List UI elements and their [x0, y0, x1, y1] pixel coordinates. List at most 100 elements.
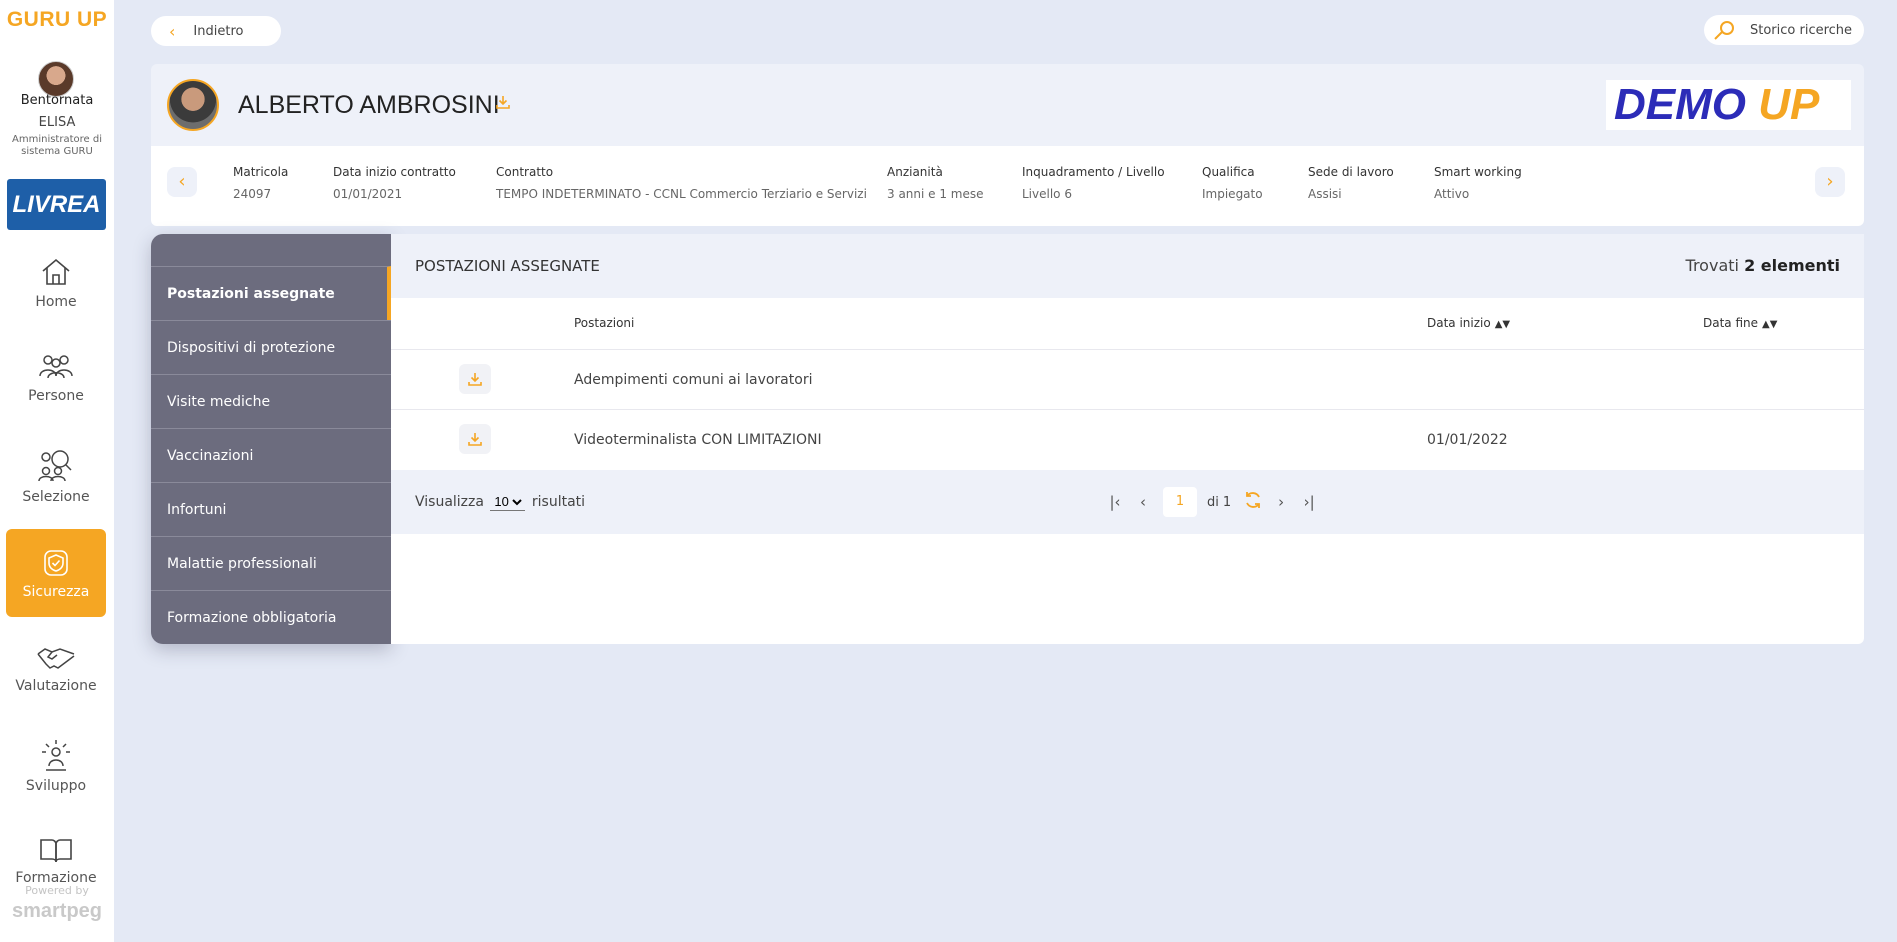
download-icon [496, 96, 510, 109]
welcome-text: Bentornata [20, 93, 94, 108]
results-count-value: 2 elementi [1744, 256, 1840, 275]
column-data-fine[interactable]: Data fine ▲▼ [1703, 316, 1777, 330]
results-label: risultati [531, 494, 586, 510]
page-size-control: Visualizza 10 risultati [415, 493, 585, 511]
nav-sviluppo[interactable]: Sviluppo [6, 738, 106, 826]
search-history-label: Storico ricerche [1750, 22, 1853, 38]
column-data-inizio-label: Data inizio [1427, 316, 1491, 330]
tab-visite-mediche[interactable]: Visite mediche [151, 374, 391, 428]
tab-dispositivi-protezione[interactable]: Dispositivi di protezione [151, 320, 391, 374]
nav-home-label: Home [35, 294, 77, 310]
last-page-icon[interactable]: ›| [1295, 493, 1323, 511]
shield-check-icon [44, 550, 68, 576]
column-data-fine-label: Data fine [1703, 316, 1759, 330]
safety-tabs: Postazioni assegnate Dispositivi di prot… [151, 234, 391, 644]
column-data-inizio[interactable]: Data inizio ▲▼ [1427, 316, 1510, 330]
current-page-input[interactable]: 1 [1163, 487, 1197, 517]
user-avatar[interactable] [38, 61, 74, 97]
info-inquadramento: Inquadramento / Livello Livello 6 [1022, 165, 1165, 201]
row-postazione: Videoterminalista CON LIMITAZIONI [574, 432, 822, 448]
page-of-label: di [1207, 494, 1219, 510]
nav-selezione-label: Selezione [22, 489, 90, 505]
info-value: Attivo [1434, 187, 1470, 201]
first-page-icon[interactable]: |‹ [1101, 493, 1129, 511]
results-count: Trovati 2 elementi [1686, 256, 1840, 275]
info-contratto: Contratto TEMPO INDETERMINATO - CCNL Com… [496, 165, 867, 201]
back-button[interactable]: ‹ Indietro [151, 16, 281, 46]
download-icon [468, 433, 482, 446]
total-pages: 1 [1222, 494, 1232, 510]
nav-valutazione-label: Valutazione [15, 678, 97, 694]
left-sidebar: GURU UP Bentornata ELISA Amministratore … [0, 0, 114, 942]
smartpeg-logo: smartpeg [11, 900, 103, 922]
sort-icon: ▲▼ [1494, 319, 1511, 330]
search-history-button[interactable]: Storico ricerche [1704, 15, 1864, 45]
tab-malattie-professionali[interactable]: Malattie professionali [151, 536, 391, 590]
next-page-icon[interactable]: › [1267, 493, 1295, 511]
info-qualifica: Qualifica Impiegato [1202, 165, 1263, 201]
info-sede: Sede di lavoro Assisi [1308, 165, 1394, 201]
nav-persone-label: Persone [28, 388, 84, 404]
tab-formazione-obbligatoria[interactable]: Formazione obbligatoria [151, 590, 391, 644]
row-download-button[interactable] [459, 424, 491, 454]
pagination-controls: |‹ ‹ 1 di 1 › ›| [1101, 486, 1323, 518]
employee-header: ALBERTO AMBROSINI DEMO UP [151, 64, 1864, 146]
table-row: Videoterminalista CON LIMITAZIONI 01/01/… [391, 409, 1864, 469]
panel-title: POSTAZIONI ASSEGNATE [415, 257, 600, 275]
refresh-icon[interactable] [1239, 490, 1267, 514]
nav-persone[interactable]: Persone [6, 350, 106, 438]
info-value: Assisi [1308, 187, 1342, 201]
chevron-left-icon: ‹ [169, 21, 176, 41]
info-data-inizio-contratto: Data inizio contratto 01/01/2021 [333, 165, 456, 201]
info-prev-button[interactable]: ‹ [167, 167, 197, 197]
info-key: Smart working [1434, 165, 1522, 179]
employee-avatar [167, 79, 219, 131]
info-anzianita: Anzianità 3 anni e 1 mese [887, 165, 984, 201]
pagination-bar: Visualizza 10 risultati |‹ ‹ 1 di 1 › ›| [391, 470, 1864, 534]
info-value: TEMPO INDETERMINATO - CCNL Commercio Ter… [496, 187, 867, 201]
info-key: Inquadramento / Livello [1022, 165, 1165, 179]
row-postazione: Adempimenti comuni ai lavoratori [574, 372, 813, 388]
info-key: Anzianità [887, 165, 943, 179]
info-key: Qualifica [1202, 165, 1255, 179]
nav-sicurezza[interactable]: Sicurezza [6, 529, 106, 617]
panel-header: POSTAZIONI ASSEGNATE Trovati 2 elementi [391, 234, 1864, 298]
user-role: Amministratore di sistema GURU [12, 134, 102, 157]
company-logo: LIVREA [7, 179, 106, 230]
info-value: 24097 [233, 187, 272, 201]
back-button-label: Indietro [193, 23, 244, 39]
info-key: Contratto [496, 165, 554, 179]
nav-home[interactable]: Home [6, 256, 106, 344]
table-row: Adempimenti comuni ai lavoratori [391, 349, 1864, 409]
nav-selezione[interactable]: Selezione [6, 447, 106, 535]
row-data-inizio: 01/01/2022 [1427, 432, 1508, 448]
info-value: 01/01/2021 [333, 187, 403, 201]
people-search-icon [38, 450, 72, 482]
info-next-button[interactable]: › [1815, 167, 1845, 197]
column-postazioni: Postazioni [574, 316, 635, 330]
page-size-select[interactable]: 10 [490, 493, 526, 511]
powered-by-label: Powered by [25, 884, 89, 897]
nav-valutazione[interactable]: Valutazione [6, 644, 106, 732]
tab-postazioni-assegnate[interactable]: Postazioni assegnate [151, 266, 391, 320]
handshake-icon [37, 648, 75, 669]
people-icon [39, 355, 73, 379]
tab-vaccinazioni[interactable]: Vaccinazioni [151, 428, 391, 482]
guru-up-logo: GURU UP [6, 8, 108, 31]
nav-sicurezza-label: Sicurezza [22, 584, 90, 600]
row-download-button[interactable] [459, 364, 491, 394]
info-value: Impiegato [1202, 187, 1263, 201]
page-size-label: Visualizza [415, 494, 484, 510]
employee-info-bar: ‹ Matricola 24097 Data inizio contratto … [151, 146, 1864, 226]
info-smart-working: Smart working Attivo [1434, 165, 1522, 201]
home-icon [42, 258, 70, 285]
chevron-left-icon: ‹ [178, 171, 186, 192]
demo-up-logo: DEMO UP [1606, 80, 1851, 130]
sort-icon: ▲▼ [1762, 319, 1778, 330]
chevron-right-icon: › [1826, 171, 1834, 192]
download-icon [468, 373, 482, 386]
prev-page-icon[interactable]: ‹ [1129, 493, 1157, 511]
tab-infortuni[interactable]: Infortuni [151, 482, 391, 536]
info-value: Livello 6 [1022, 187, 1072, 201]
employee-download-button[interactable] [495, 94, 511, 114]
